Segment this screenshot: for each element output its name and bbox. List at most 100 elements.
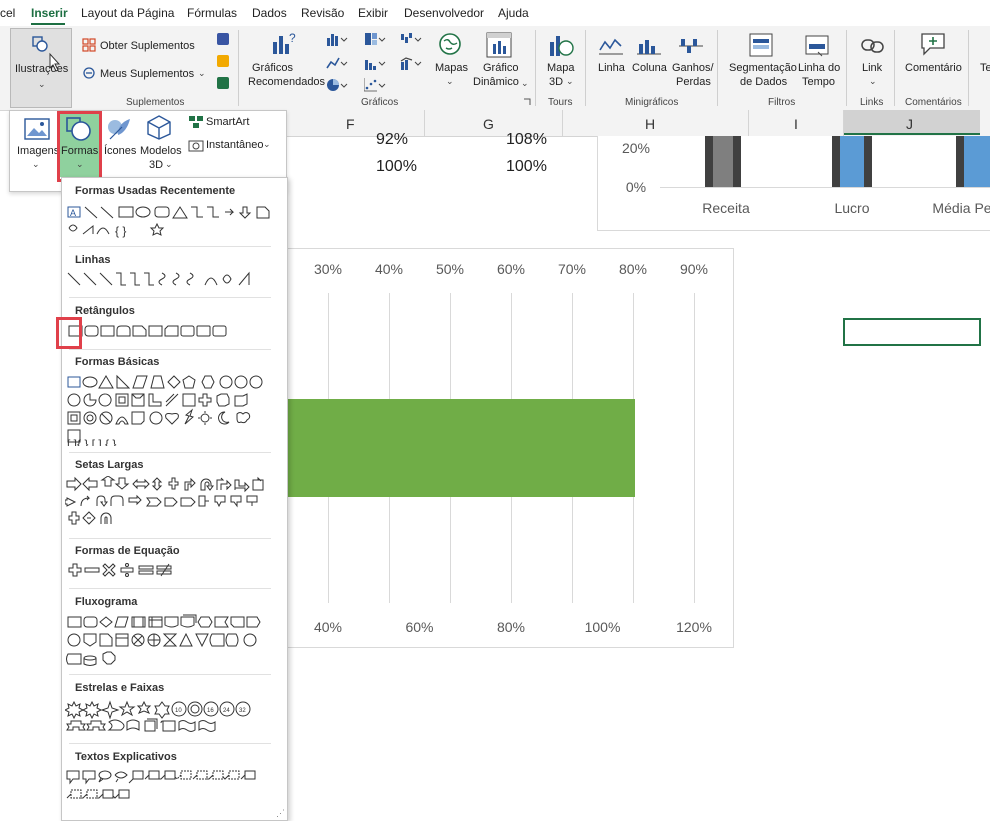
pie-chart-icon[interactable]: [326, 78, 348, 92]
dialog-launcher-icon[interactable]: [524, 98, 532, 106]
obter-suplementos-button[interactable]: Obter Suplementos: [100, 40, 195, 53]
ilustracoes-button[interactable]: Ilustrações ⌄: [10, 28, 72, 108]
top-axis-tick-label: 70%: [557, 261, 587, 277]
group-separator: [238, 30, 239, 106]
comentario-button[interactable]: Comentário: [905, 62, 962, 75]
svg-text:16: 16: [207, 708, 214, 714]
flowchart-shapes[interactable]: [65, 614, 275, 668]
section-title-equacao: Formas de Equação: [75, 545, 180, 557]
screenshot-icon: [188, 138, 204, 152]
column-divider: [424, 110, 425, 136]
people-graph-icon: [216, 76, 230, 90]
cell-g-row1[interactable]: 108%: [506, 131, 547, 149]
callouts[interactable]: [65, 768, 275, 804]
grafico-dinamico-button-l1[interactable]: Gráfico: [483, 62, 518, 75]
column-header-f[interactable]: F: [346, 116, 355, 132]
lines-row[interactable]: [65, 270, 275, 288]
sparkline-ganhos-button-l2[interactable]: Perdas: [676, 76, 711, 89]
group-separator: [535, 30, 536, 106]
stars-banners[interactable]: 10 16 24 32: [65, 700, 275, 736]
section-title-fluxograma: Fluxograma: [75, 596, 138, 608]
waterfall-chart-icon[interactable]: [400, 32, 422, 46]
menu-dados[interactable]: Dados: [252, 6, 287, 20]
imagens-button[interactable]: Imagens: [17, 145, 59, 158]
rectangles-row[interactable]: [65, 322, 275, 340]
mapas-button[interactable]: Mapas: [435, 62, 468, 75]
linha-tempo-button-l2[interactable]: Tempo: [802, 76, 835, 89]
mapa3d-button-l2[interactable]: 3D: [549, 76, 563, 89]
group-separator: [585, 30, 586, 106]
chevron-down-icon[interactable]: ⌄: [198, 68, 206, 79]
modelos3d-button-l1[interactable]: Modelos: [140, 145, 182, 158]
chevron-down-icon[interactable]: ⌄: [32, 159, 40, 170]
cell-g-row2[interactable]: 100%: [506, 158, 547, 176]
cell-f-row1[interactable]: 92%: [376, 131, 408, 149]
column-header-i[interactable]: I: [794, 116, 798, 132]
bar-lucro-outline-right: [864, 136, 872, 187]
segmentacao-button-l2[interactable]: de Dados: [740, 76, 787, 89]
cell-f-row2[interactable]: 100%: [376, 158, 417, 176]
bar-receita-outline-right: [733, 136, 741, 187]
menu-layout[interactable]: Layout da Página: [81, 6, 174, 20]
timeline-icon: [804, 32, 830, 58]
section-title-recent: Formas Usadas Recentemente: [75, 185, 236, 197]
sparkline-line-icon: [598, 36, 624, 56]
section-divider: [69, 297, 271, 298]
hierarchy-chart-icon[interactable]: [364, 32, 386, 46]
column-header-g[interactable]: G: [483, 116, 494, 132]
menu-formulas[interactable]: Fórmulas: [187, 6, 237, 20]
segmentacao-button-l1[interactable]: Segmentação: [729, 62, 797, 75]
chevron-down-icon[interactable]: ⌄: [446, 76, 454, 87]
sparkline-coluna-button[interactable]: Coluna: [632, 62, 667, 75]
svg-text:24: 24: [223, 708, 230, 714]
y-tick-label: 0%: [625, 179, 647, 195]
scatter-chart-icon[interactable]: [364, 78, 386, 92]
menu-file[interactable]: cel: [0, 6, 15, 20]
graficos-recomendados-button-l2[interactable]: Recomendados: [248, 76, 325, 89]
top-axis-tick-label: 60%: [496, 261, 526, 277]
chevron-down-icon[interactable]: ⌄: [869, 76, 877, 87]
menu-inserir[interactable]: Inserir: [31, 6, 68, 20]
menu-revisao[interactable]: Revisão: [301, 6, 344, 20]
line-chart-icon[interactable]: [326, 56, 348, 70]
pivot-chart-icon: [486, 32, 512, 58]
graficos-recomendados-button-l1[interactable]: Gráficos: [252, 62, 293, 75]
instantaneo-button[interactable]: Instantâneo: [206, 139, 264, 152]
column-header-h[interactable]: H: [645, 116, 655, 132]
icons-icon: [106, 115, 132, 141]
meus-suplementos-button[interactable]: Meus Suplementos: [100, 68, 194, 81]
recommended-charts-icon: ?: [270, 30, 298, 58]
recent-shapes-row1[interactable]: A { }: [65, 204, 275, 238]
chevron-down-icon[interactable]: ⌄: [566, 76, 574, 87]
selected-cell[interactable]: [843, 318, 981, 346]
linha-tempo-button-l1[interactable]: Linha do: [798, 62, 840, 75]
bar-lucro-outline-left: [832, 136, 840, 187]
combo-chart-icon[interactable]: [400, 56, 422, 70]
chevron-down-icon[interactable]: ⌄: [263, 139, 271, 150]
link-button[interactable]: Link: [862, 62, 882, 75]
column-header-j: J: [906, 116, 913, 132]
sparkline-ganhos-button-l1[interactable]: Ganhos/: [672, 62, 714, 75]
modelos3d-button-l2[interactable]: 3D: [149, 159, 163, 172]
grafico-dinamico-button-l2[interactable]: Dinâmico: [473, 76, 519, 89]
texto-button[interactable]: Te: [980, 62, 990, 75]
sparkline-linha-button[interactable]: Linha: [598, 62, 625, 75]
menu-exibir[interactable]: Exibir: [358, 6, 388, 20]
smartart-button[interactable]: SmartArt: [206, 116, 249, 129]
menu-desenvolvedor[interactable]: Desenvolvedor: [404, 6, 484, 20]
statistic-chart-icon[interactable]: [364, 56, 386, 70]
block-arrows[interactable]: [65, 476, 275, 532]
bar-chart[interactable]: 30% 40% 50% 60% 70% 80% 90% 40% 60% 80% 100% 120%: [286, 248, 734, 648]
chevron-down-icon[interactable]: ⌄: [521, 78, 529, 89]
chevron-down-icon[interactable]: ⌄: [165, 159, 173, 170]
column-header-j-selected[interactable]: J: [844, 110, 980, 135]
column-chart-icon[interactable]: [326, 32, 348, 46]
basic-shapes[interactable]: [ ]{ } [ ] { }: [65, 374, 275, 446]
menu-ajuda[interactable]: Ajuda: [498, 6, 529, 20]
column-chart[interactable]: 20% 0% Receita Lucro Média Pe: [597, 136, 990, 231]
section-title-textos-explicativos: Textos Explicativos: [75, 751, 177, 763]
icones-button[interactable]: Ícones: [104, 145, 136, 158]
equation-shapes[interactable]: [65, 562, 185, 580]
resize-grip-icon[interactable]: ⋰: [276, 808, 285, 819]
mapa3d-button-l1[interactable]: Mapa: [547, 62, 575, 75]
